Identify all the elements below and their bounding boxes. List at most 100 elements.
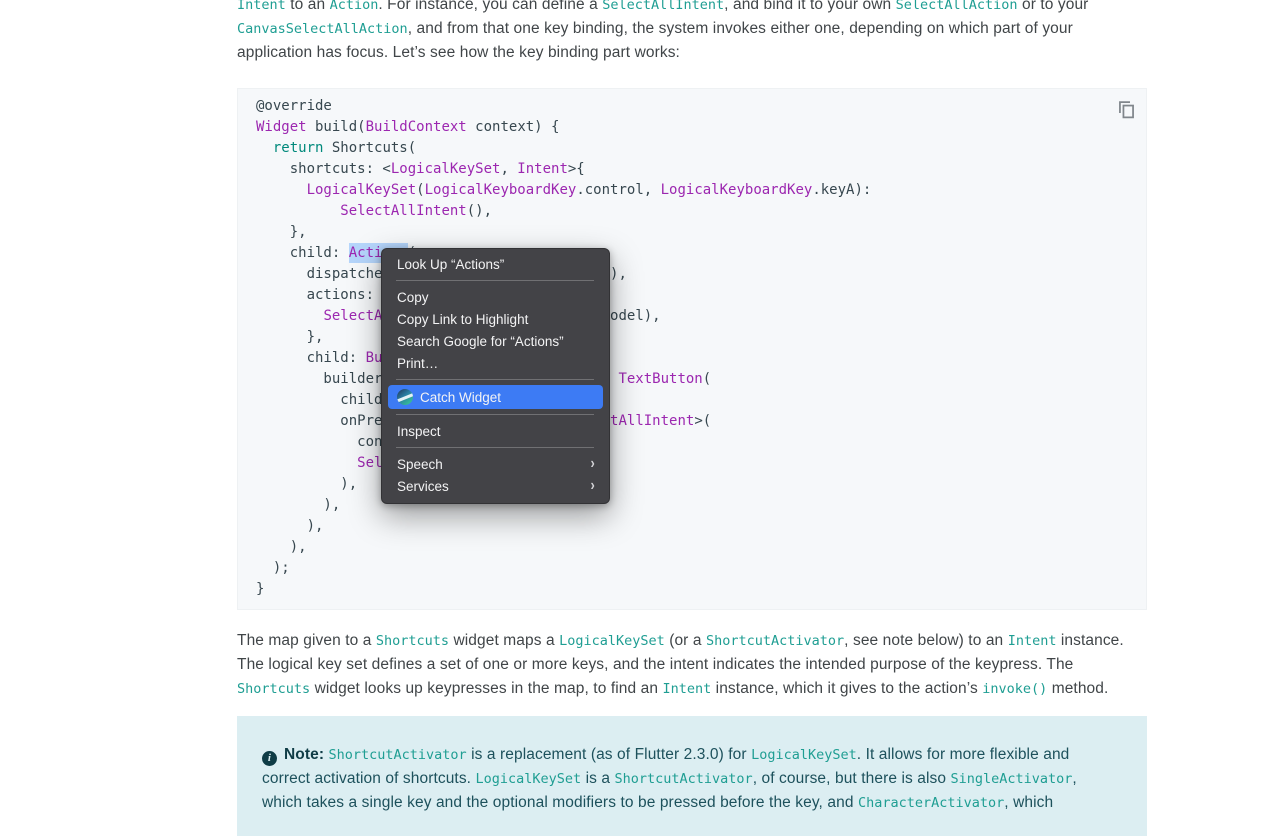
code-token: Shortcuts( [323,140,416,156]
menu-item-label: Look Up “Actions” [397,257,504,272]
catch-widget-icon [397,389,413,405]
code-token: ), [256,518,323,534]
menu-item-catch-widget[interactable]: Catch Widget [388,385,603,409]
code-token: return [273,140,324,156]
inline-code: Intent [1008,633,1057,649]
code-token: >( [694,413,711,429]
code-token: }, [256,329,323,345]
menu-item-label: Speech [397,457,443,472]
info-icon: i [262,751,277,766]
text-segment: , see note below) to an [844,632,1008,649]
text-segment: instance, which it gives to the action’s [711,680,982,697]
text-segment: , and from that one key binding, the sys… [408,20,1073,37]
text-segment: , of course, but there is also [753,770,951,787]
menu-item-label: Catch Widget [420,390,501,405]
code-token: Intent [517,161,568,177]
menu-item-inspect[interactable]: Inspect [382,420,609,442]
code-token: Widget [256,119,307,135]
inline-code: invoke() [982,681,1047,697]
text-segment: , [1072,770,1076,787]
inline-code: Shortcuts [376,633,449,649]
code-token: child: [256,392,399,408]
code-token: , [500,161,517,177]
inline-code: CharacterActivator [858,795,1004,811]
menu-item-copy-link-to-highlight[interactable]: Copy Link to Highlight [382,308,609,330]
code-token: LogicalKeyboardKey [661,182,813,198]
intro-paragraph: Intent to an Action. For instance, you c… [237,0,1197,65]
text-segment: is a [581,770,614,787]
text-segment: . For instance, you can define a [378,0,602,13]
code-line: return Shortcuts( [256,138,1146,159]
inline-code: ShortcutActivator [329,747,467,763]
code-token: TextButton [618,371,702,387]
submenu-chevron-icon: › [590,478,594,494]
text-segment: The logical key set defines a set of one… [237,656,1073,673]
code-token [256,455,357,471]
text-segment: (or a [665,632,706,649]
inline-code: Intent [662,681,711,697]
menu-item-label: Inspect [397,424,441,439]
text-segment: , and bind it to your own [724,0,895,13]
menu-item-search-google[interactable]: Search Google for “Actions” [382,330,609,352]
menu-separator [396,280,594,281]
code-line: shortcuts: <LogicalKeySet, Intent>{ [256,159,1146,180]
menu-item-look-up[interactable]: Look Up “Actions” [382,253,609,275]
code-token: LogicalKeySet [307,182,417,198]
code-token: actions: < [256,287,391,303]
note-box: i Note: ShortcutActivator is a replacemen… [237,716,1147,836]
menu-item-label: Search Google for “Actions” [397,334,564,349]
menu-item-copy[interactable]: Copy [382,286,609,308]
menu-item-print[interactable]: Print… [382,352,609,374]
text-segment: widget maps a [449,632,559,649]
text-segment: instance. [1056,632,1123,649]
menu-separator [396,447,594,448]
code-token: ( [703,371,711,387]
menu-item-services[interactable]: Services › [382,475,609,497]
text-segment: is a replacement (as of Flutter 2.3.0) f… [467,746,751,763]
text-segment: widget looks up keypresses in the map, t… [310,680,662,697]
inline-code: ShortcutActivator [706,633,844,649]
text-segment: correct activation of shortcuts. [262,770,476,787]
inline-code: Shortcuts [237,681,310,697]
code-content: @override Widget build(BuildContext conte… [238,89,1146,600]
code-line: LogicalKeySet(LogicalKeyboardKey.control… [256,180,1146,201]
menu-item-label: Copy [397,290,429,305]
code-token: >{ [568,161,585,177]
submenu-chevron-icon: › [590,456,594,472]
copy-icon [1116,99,1137,120]
inline-code: LogicalKeySet [559,633,665,649]
code-line: ); [256,558,1146,579]
inline-code: SelectAllAction [896,0,1018,13]
code-token: context) { [467,119,560,135]
code-token: ), [256,476,357,492]
code-token: .keyA): [812,182,871,198]
code-line: }, [256,222,1146,243]
menu-item-label: Services [397,479,449,494]
menu-separator [396,379,594,380]
text-segment: The map given to a [237,632,376,649]
text-segment: . It allows for more flexible and [857,746,1070,763]
menu-item-label: Print… [397,356,438,371]
context-menu: Look Up “Actions” Copy Copy Link to Highli… [381,248,610,504]
code-token: LogicalKeySet [391,161,501,177]
copy-code-button[interactable] [1111,94,1141,124]
text-segment: which takes a single key and the optiona… [262,794,858,811]
menu-item-speech[interactable]: Speech › [382,453,609,475]
code-line: Widget build(BuildContext context) { [256,117,1146,138]
code-token: child: [256,245,349,261]
text-segment: or to your [1018,0,1089,13]
code-token: }, [256,224,307,240]
text-segment: , which [1004,794,1053,811]
code-token: @override [256,98,332,114]
code-token: BuildContext [366,119,467,135]
code-token: shortcuts: < [256,161,391,177]
body-paragraph: The map given to a Shortcuts widget maps… [237,629,1197,701]
code-token [256,203,340,219]
text-segment: application has focus. Let’s see how the… [237,44,680,61]
menu-item-label: Copy Link to Highlight [397,312,528,327]
text-segment: to an [286,0,330,13]
text-segment: Note: [284,746,329,763]
code-token: child: [256,350,366,366]
code-line: @override [256,96,1146,117]
code-token [256,140,273,156]
